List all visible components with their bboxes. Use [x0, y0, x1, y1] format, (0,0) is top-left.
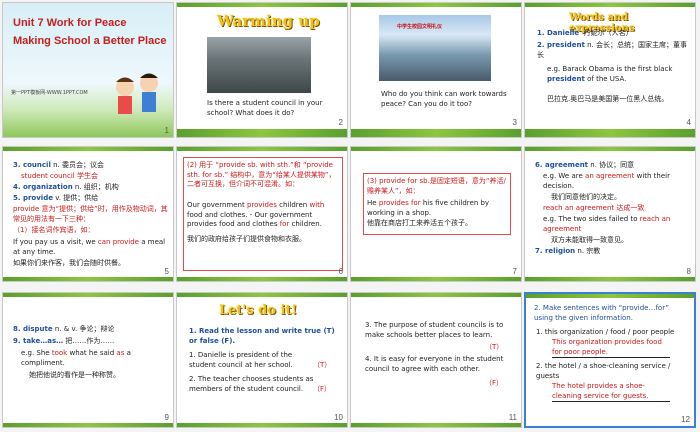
slide-6-line2: Our government provides children with fo… [187, 201, 325, 228]
green-top-strip [351, 293, 521, 297]
slide-number-1: 1 [164, 126, 169, 135]
slide-2-heading: Warming up [217, 12, 320, 30]
slide-12-prompt2: 2. the hotel / a shoe-cleaning service /… [536, 362, 671, 380]
green-bottom-strip [351, 129, 521, 137]
green-top-strip [3, 147, 173, 151]
green-top-strip [177, 3, 347, 7]
slide-7-line1: (3) provide for sb.是固定短语，意为“养活/赡养某人”，如： [367, 177, 506, 195]
green-top-strip [351, 3, 521, 7]
slide-5-line5: （1）接名词作宾语，如： [13, 226, 95, 234]
slide-9-line4: 她把他说的看作是一种称赞。 [29, 371, 120, 379]
green-top-strip [525, 3, 695, 7]
slide-7-line2: He provides for his five children by wor… [367, 199, 490, 217]
slide-number-3: 3 [512, 118, 517, 127]
green-top-strip [526, 294, 694, 298]
slide-12-answer1: This organization provides food for poor… [552, 338, 670, 358]
slide-11-a4: （F） [485, 379, 504, 387]
slide-number-6: 6 [338, 267, 343, 276]
slide-1-title-line1: Unit 7 Work for Peace [13, 17, 127, 29]
slide-thumbnail-5[interactable]: 3. council n. 委员会；议会 student council 学生会… [2, 146, 174, 282]
slide-12-instruction: 2. Make sentences with “provide…for” usi… [534, 304, 670, 322]
slide-thumbnail-7[interactable]: (3) provide for sb.是固定短语，意为“养活/赡养某人”，如： … [350, 146, 522, 282]
green-bottom-strip [351, 277, 521, 281]
slide-9-line1: 8. dispute n. & v. 争论；辩论 [13, 325, 115, 333]
slide-6-line3: 我们的政府给孩子们提供食物和衣服。 [187, 235, 306, 243]
slide-12-prompt1: 1. this organization / food / poor peopl… [536, 328, 675, 336]
slide-4-example: e.g. Barack Obama is the first black pre… [547, 65, 673, 83]
slide-8-line5: e.g. The two sides failed to reach an ag… [543, 215, 671, 233]
slide-4-line1: 1. Danielle 丹妮尔（人名） [537, 29, 633, 37]
green-bottom-strip [3, 423, 173, 427]
slide-8-line6: 双方未能取得一致意见。 [551, 236, 628, 244]
slide-thumbnail-9[interactable]: 8. dispute n. & v. 争论；辩论 9. take…as… 把……… [2, 292, 174, 428]
slide-3-question: Who do you think can work towards peace?… [381, 90, 507, 108]
slide-11-q3: 3. The purpose of student councils is to… [365, 321, 504, 339]
slide-3-banner: 中学生校园文明礼仪 [397, 24, 443, 30]
green-bottom-strip [177, 129, 347, 137]
green-bottom-strip [177, 277, 347, 281]
slide-thumbnail-8[interactable]: 6. agreement n. 协议；同意 e.g. We are an agr… [524, 146, 696, 282]
slide-10-q2: 2. The teacher chooses students as membe… [189, 375, 314, 393]
slide-1-title-line2: Making School a Better Place [13, 35, 167, 47]
slide-10-q1: 1. Danielle is president of the student … [189, 351, 293, 369]
slide-8-line1: 6. agreement n. 协议；同意 [535, 161, 635, 169]
slide-number-7: 7 [512, 267, 517, 276]
slide-5-line1: 3. council n. 委员会；议会 [13, 161, 104, 169]
slide-5-line6: If you pay us a visit, we can provide a … [13, 238, 166, 256]
green-top-strip [525, 147, 695, 151]
green-bottom-strip [177, 423, 347, 427]
slide-11-q4: 4. It is easy for everyone in the studen… [365, 355, 504, 373]
slide-4-translation: 巴拉克.奥巴马是美国第一位黑人总统。 [547, 95, 669, 103]
slide-8-line2: e.g. We are an agreement with their deci… [543, 172, 670, 190]
slide-9-line2: 9. take…as… 把……作为…… [13, 337, 115, 345]
slide-thumbnail-6[interactable]: (2) 用于 “provide sb. with sth.”和 “provide… [176, 146, 348, 282]
green-bottom-strip [351, 423, 521, 427]
slide-10-instruction: 1. Read the lesson and write true (T) or… [189, 327, 335, 345]
slide-number-8: 8 [686, 267, 691, 276]
slide-thumbnail-3[interactable]: 中学生校园文明礼仪 Who do you think can work towa… [350, 2, 522, 138]
slide-8-line4: reach an agreement 达成一致 [543, 204, 645, 212]
slide-thumbnail-4[interactable]: Words and expressions 1. Danielle 丹妮尔（人名… [524, 2, 696, 138]
slide-thumbnail-1[interactable]: Unit 7 Work for Peace Making School a Be… [2, 2, 174, 138]
slide-9-line3: e.g. She took what he said as a complime… [21, 349, 131, 367]
green-top-strip [3, 293, 173, 297]
slide-number-4: 4 [686, 118, 691, 127]
slide-number-10: 10 [334, 413, 343, 422]
slide-4-line2: 2. president n. 会长；总统；国家主席；董事长 [537, 41, 687, 59]
slide-number-5: 5 [164, 267, 169, 276]
green-bottom-strip [3, 277, 173, 281]
slide-8-line3: 我们同意他们的决定。 [551, 193, 621, 201]
slide-10-heading: Let's do it! [219, 303, 298, 318]
slide-5-line2: 4. organization n. 组织；机构 [13, 183, 119, 191]
slide-10-a2: （F） [313, 385, 332, 393]
classroom-photo [207, 37, 311, 93]
green-top-strip [177, 293, 347, 297]
slide-number-2: 2 [338, 118, 343, 127]
slide-number-12: 12 [681, 415, 690, 424]
slide-11-a3: （T） [485, 343, 504, 351]
cartoon-kids-illustration [116, 73, 158, 114]
slide-6-line1: (2) 用于 “provide sb. with sth.”和 “provide… [187, 161, 336, 188]
slide-8-line7: 7. religion n. 宗教 [535, 247, 601, 255]
slide-5-line3: 5. provide v. 提供；供给 [13, 194, 99, 202]
slide-7-line3: 他靠在商店打工来养活五个孩子。 [367, 219, 472, 227]
slide-thumbnail-10[interactable]: Let's do it! 1. Read the lesson and writ… [176, 292, 348, 428]
slide-5-line7: 如果你们来作客，我们会随时供餐。 [13, 259, 125, 267]
slide-12-answer2: The hotel provides a shoe-cleaning servi… [552, 382, 670, 402]
green-bottom-strip [525, 277, 695, 281]
slide-5-line1b: student council 学生会 [21, 172, 98, 180]
slide-number-9: 9 [164, 413, 169, 422]
green-top-strip [351, 147, 521, 151]
slide-2-question: Is there a student council in your schoo… [207, 99, 323, 117]
green-bottom-strip [525, 129, 695, 137]
green-top-strip [177, 147, 347, 151]
slide-10-a1: （T） [313, 361, 332, 369]
slide-thumbnail-11[interactable]: 3. The purpose of student councils is to… [350, 292, 522, 428]
slide-sorter-grid: Unit 7 Work for Peace Making School a Be… [0, 0, 700, 432]
slide-thumbnail-2[interactable]: Warming up Is there a student council in… [176, 2, 348, 138]
slide-5-line4: provide 意为“提供；供给”时，用作及物动词，其常见的用法有一下三种： [13, 205, 168, 223]
slide-thumbnail-12[interactable]: 2. Make sentences with “provide…for” usi… [524, 292, 696, 428]
slide-number-11: 11 [508, 413, 517, 422]
slide-1-footer: 第一PPT模板网-WWW.1PPT.COM [11, 90, 88, 96]
